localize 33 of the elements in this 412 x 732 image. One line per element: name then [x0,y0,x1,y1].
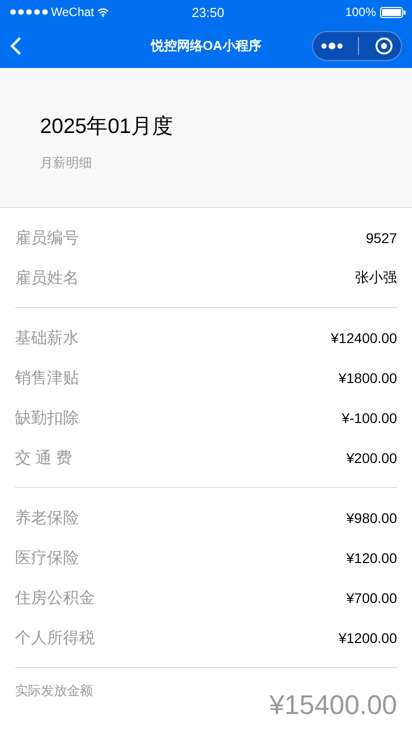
signal-icon [10,9,48,15]
nav-title: 悦控网络OA小程序 [149,37,262,55]
item-value: ¥980.00 [346,510,397,526]
item-label: 雇员编号 [15,228,79,248]
item-value: ¥200.00 [346,450,397,466]
item-value: ¥1200.00 [338,630,397,646]
more-icon[interactable] [320,42,343,50]
item-label: 雇员姓名 [15,268,79,288]
total-amount: ¥15400.00 [269,690,397,721]
item-value: ¥120.00 [346,550,397,566]
status-time: 23:50 [192,4,224,20]
wifi-icon [97,8,110,16]
item-value: ¥12400.00 [330,330,397,346]
item-value: ¥1800.00 [338,370,397,386]
item-label: 销售津贴 [15,368,79,388]
item-label: 交 通 费 [15,448,72,468]
item-value: 张小强 [355,269,397,287]
carrier-name: WeChat [51,5,94,19]
item-label: 缺勤扣除 [15,408,79,428]
battery-percent: 100% [345,5,376,19]
item-label: 个人所得税 [15,628,95,648]
item-label: 基础薪水 [15,328,79,348]
item-value: ¥700.00 [346,590,397,606]
total-label: 实际发放金额 [15,682,93,700]
item-label: 住房公积金 [15,588,95,608]
item-label: 医疗保险 [15,548,79,568]
item-value: ¥-100.00 [342,410,397,426]
back-button[interactable] [10,36,22,56]
header-subtitle: 月薪明细 [40,154,93,172]
battery-icon [380,6,406,18]
period-title: 2025年01月度 [40,114,174,140]
item-value: 9527 [366,230,397,246]
item-label: 养老保险 [15,508,79,528]
